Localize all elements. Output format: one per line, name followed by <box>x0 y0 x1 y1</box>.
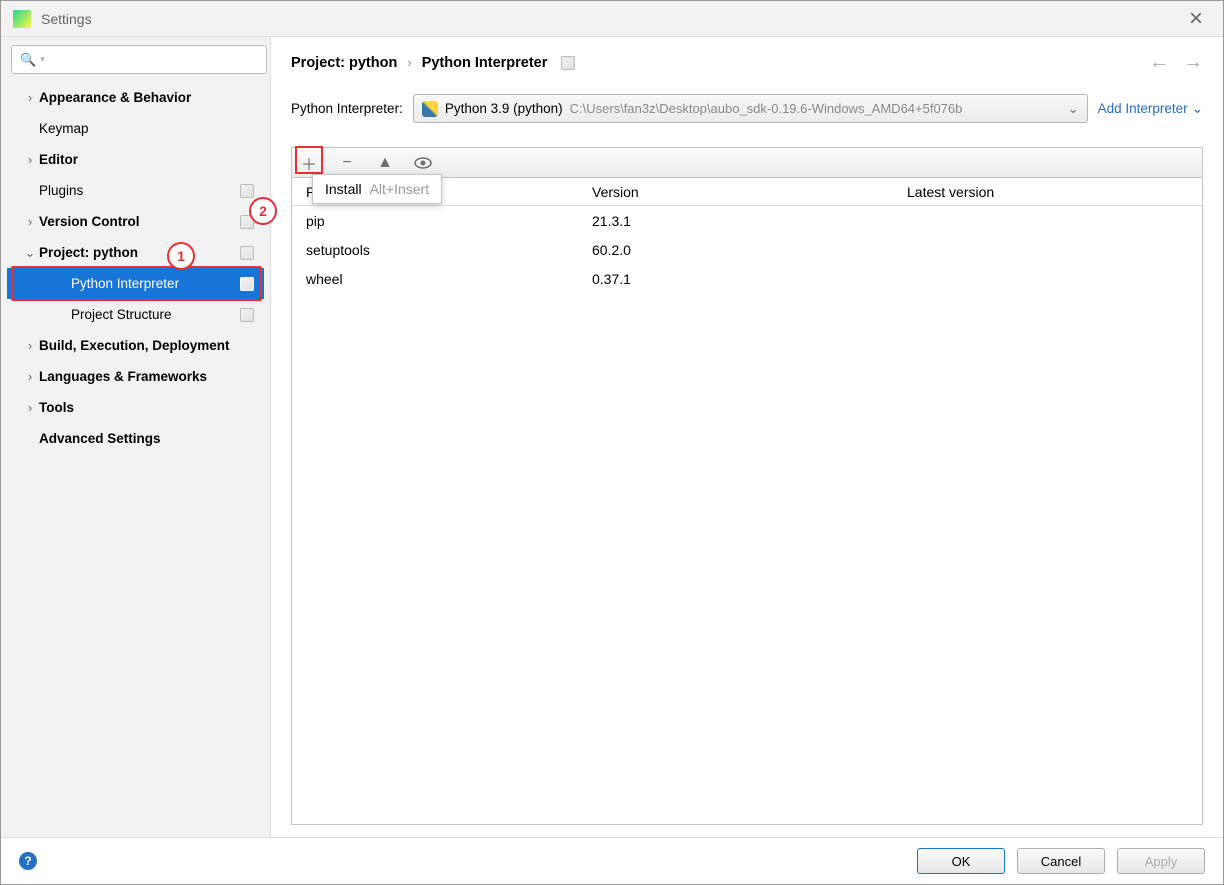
upgrade-package-button[interactable]: ▲ <box>374 154 396 172</box>
tree-label: Appearance & Behavior <box>39 90 191 105</box>
tree-label: Project: python <box>39 245 138 260</box>
main-panel: Project: python › Python Interpreter ← →… <box>271 37 1223 837</box>
interpreter-select[interactable]: Python 3.9 (python) C:\Users\fan3z\Deskt… <box>413 94 1088 123</box>
sidebar-item-editor[interactable]: ›Editor <box>7 144 264 175</box>
apply-button: Apply <box>1117 848 1205 874</box>
ok-button[interactable]: OK <box>917 848 1005 874</box>
sidebar-item-version-control[interactable]: ›Version Control <box>7 206 264 237</box>
project-icon <box>240 215 254 229</box>
sidebar-item-tools[interactable]: ›Tools <box>7 392 264 423</box>
sidebar-item-advanced-settings[interactable]: Advanced Settings <box>7 423 264 454</box>
breadcrumb-item[interactable]: Project: python <box>291 55 397 71</box>
tree-label: Plugins <box>39 183 83 198</box>
tooltip: Install Alt+Insert <box>312 174 442 204</box>
chevron-down-icon: ⌄ <box>23 245 37 261</box>
packages-panel: ＋ − ▲ Install Alt+Insert Package Vers <box>291 147 1203 825</box>
package-name: setuptools <box>292 242 592 258</box>
sidebar-item-keymap[interactable]: Keymap <box>7 113 264 144</box>
close-button[interactable]: × <box>1181 5 1211 33</box>
chevron-right-icon: › <box>407 55 411 70</box>
python-icon <box>422 101 438 117</box>
footer: ? OK Cancel Apply <box>1 837 1223 884</box>
package-version: 0.37.1 <box>592 271 897 287</box>
chevron-right-icon: › <box>23 90 37 105</box>
sidebar-item-languages-frameworks[interactable]: ›Languages & Frameworks <box>7 361 264 392</box>
add-interpreter-button[interactable]: Add Interpreter ⌄ <box>1098 101 1203 117</box>
tree-label: Languages & Frameworks <box>39 369 207 384</box>
sidebar-item-python-interpreter[interactable]: Python Interpreter <box>7 268 264 299</box>
interpreter-label: Python Interpreter: <box>291 101 403 116</box>
tree-label: Editor <box>39 152 78 167</box>
package-name: wheel <box>292 271 592 287</box>
package-version: 60.2.0 <box>592 242 897 258</box>
tree-label: Build, Execution, Deployment <box>39 338 230 353</box>
add-package-button[interactable]: ＋ <box>298 151 320 175</box>
column-header-latest[interactable]: Latest version <box>897 184 1202 200</box>
highlight-box <box>295 146 323 174</box>
column-header-version[interactable]: Version <box>592 184 897 200</box>
remove-package-button[interactable]: − <box>336 154 358 172</box>
project-icon <box>561 56 575 70</box>
window-title: Settings <box>41 11 92 27</box>
package-name: pip <box>292 213 592 229</box>
tree-label: Tools <box>39 400 74 415</box>
tree-label: Project Structure <box>71 307 172 322</box>
nav-back-button[interactable]: ← <box>1149 51 1169 74</box>
sidebar-item-project-python[interactable]: ⌄Project: python <box>7 237 264 268</box>
search-chevron-icon: ▾ <box>40 54 45 65</box>
package-row[interactable]: pip21.3.1 <box>292 206 1202 235</box>
packages-toolbar: ＋ − ▲ Install Alt+Insert <box>292 148 1202 178</box>
nav-forward-button[interactable]: → <box>1183 51 1203 74</box>
chevron-right-icon: › <box>23 152 37 167</box>
tree-label: Python Interpreter <box>71 276 179 291</box>
project-icon <box>240 277 254 291</box>
cancel-button[interactable]: Cancel <box>1017 848 1105 874</box>
chevron-right-icon: › <box>23 338 37 353</box>
sidebar-item-project-structure[interactable]: Project Structure <box>7 299 264 330</box>
tree-label: Version Control <box>39 214 140 229</box>
sidebar: 🔍 ▾ ›Appearance & BehaviorKeymap›EditorP… <box>1 37 271 837</box>
sidebar-item-appearance-behavior[interactable]: ›Appearance & Behavior <box>7 82 264 113</box>
project-icon <box>240 308 254 322</box>
tree-label: Keymap <box>39 121 89 136</box>
titlebar: Settings × <box>1 1 1223 37</box>
search-input[interactable]: 🔍 ▾ <box>11 45 267 74</box>
chevron-down-icon: ⌄ <box>1068 101 1079 117</box>
help-button[interactable]: ? <box>19 852 37 870</box>
breadcrumb: Project: python › Python Interpreter ← → <box>291 51 1203 74</box>
chevron-right-icon: › <box>23 400 37 415</box>
search-icon: 🔍 <box>20 52 36 68</box>
chevron-down-icon: ⌄ <box>1192 101 1203 117</box>
chevron-right-icon: › <box>23 369 37 384</box>
project-icon <box>240 184 254 198</box>
sidebar-item-build-execution-deployment[interactable]: ›Build, Execution, Deployment <box>7 330 264 361</box>
chevron-right-icon: › <box>23 214 37 229</box>
tree-label: Advanced Settings <box>39 431 161 446</box>
sidebar-item-plugins[interactable]: Plugins <box>7 175 264 206</box>
app-icon <box>13 10 31 28</box>
show-early-releases-button[interactable] <box>412 157 434 169</box>
breadcrumb-item: Python Interpreter <box>422 55 548 71</box>
package-row[interactable]: wheel0.37.1 <box>292 264 1202 293</box>
package-version: 21.3.1 <box>592 213 897 229</box>
package-row[interactable]: setuptools60.2.0 <box>292 235 1202 264</box>
project-icon <box>240 246 254 260</box>
